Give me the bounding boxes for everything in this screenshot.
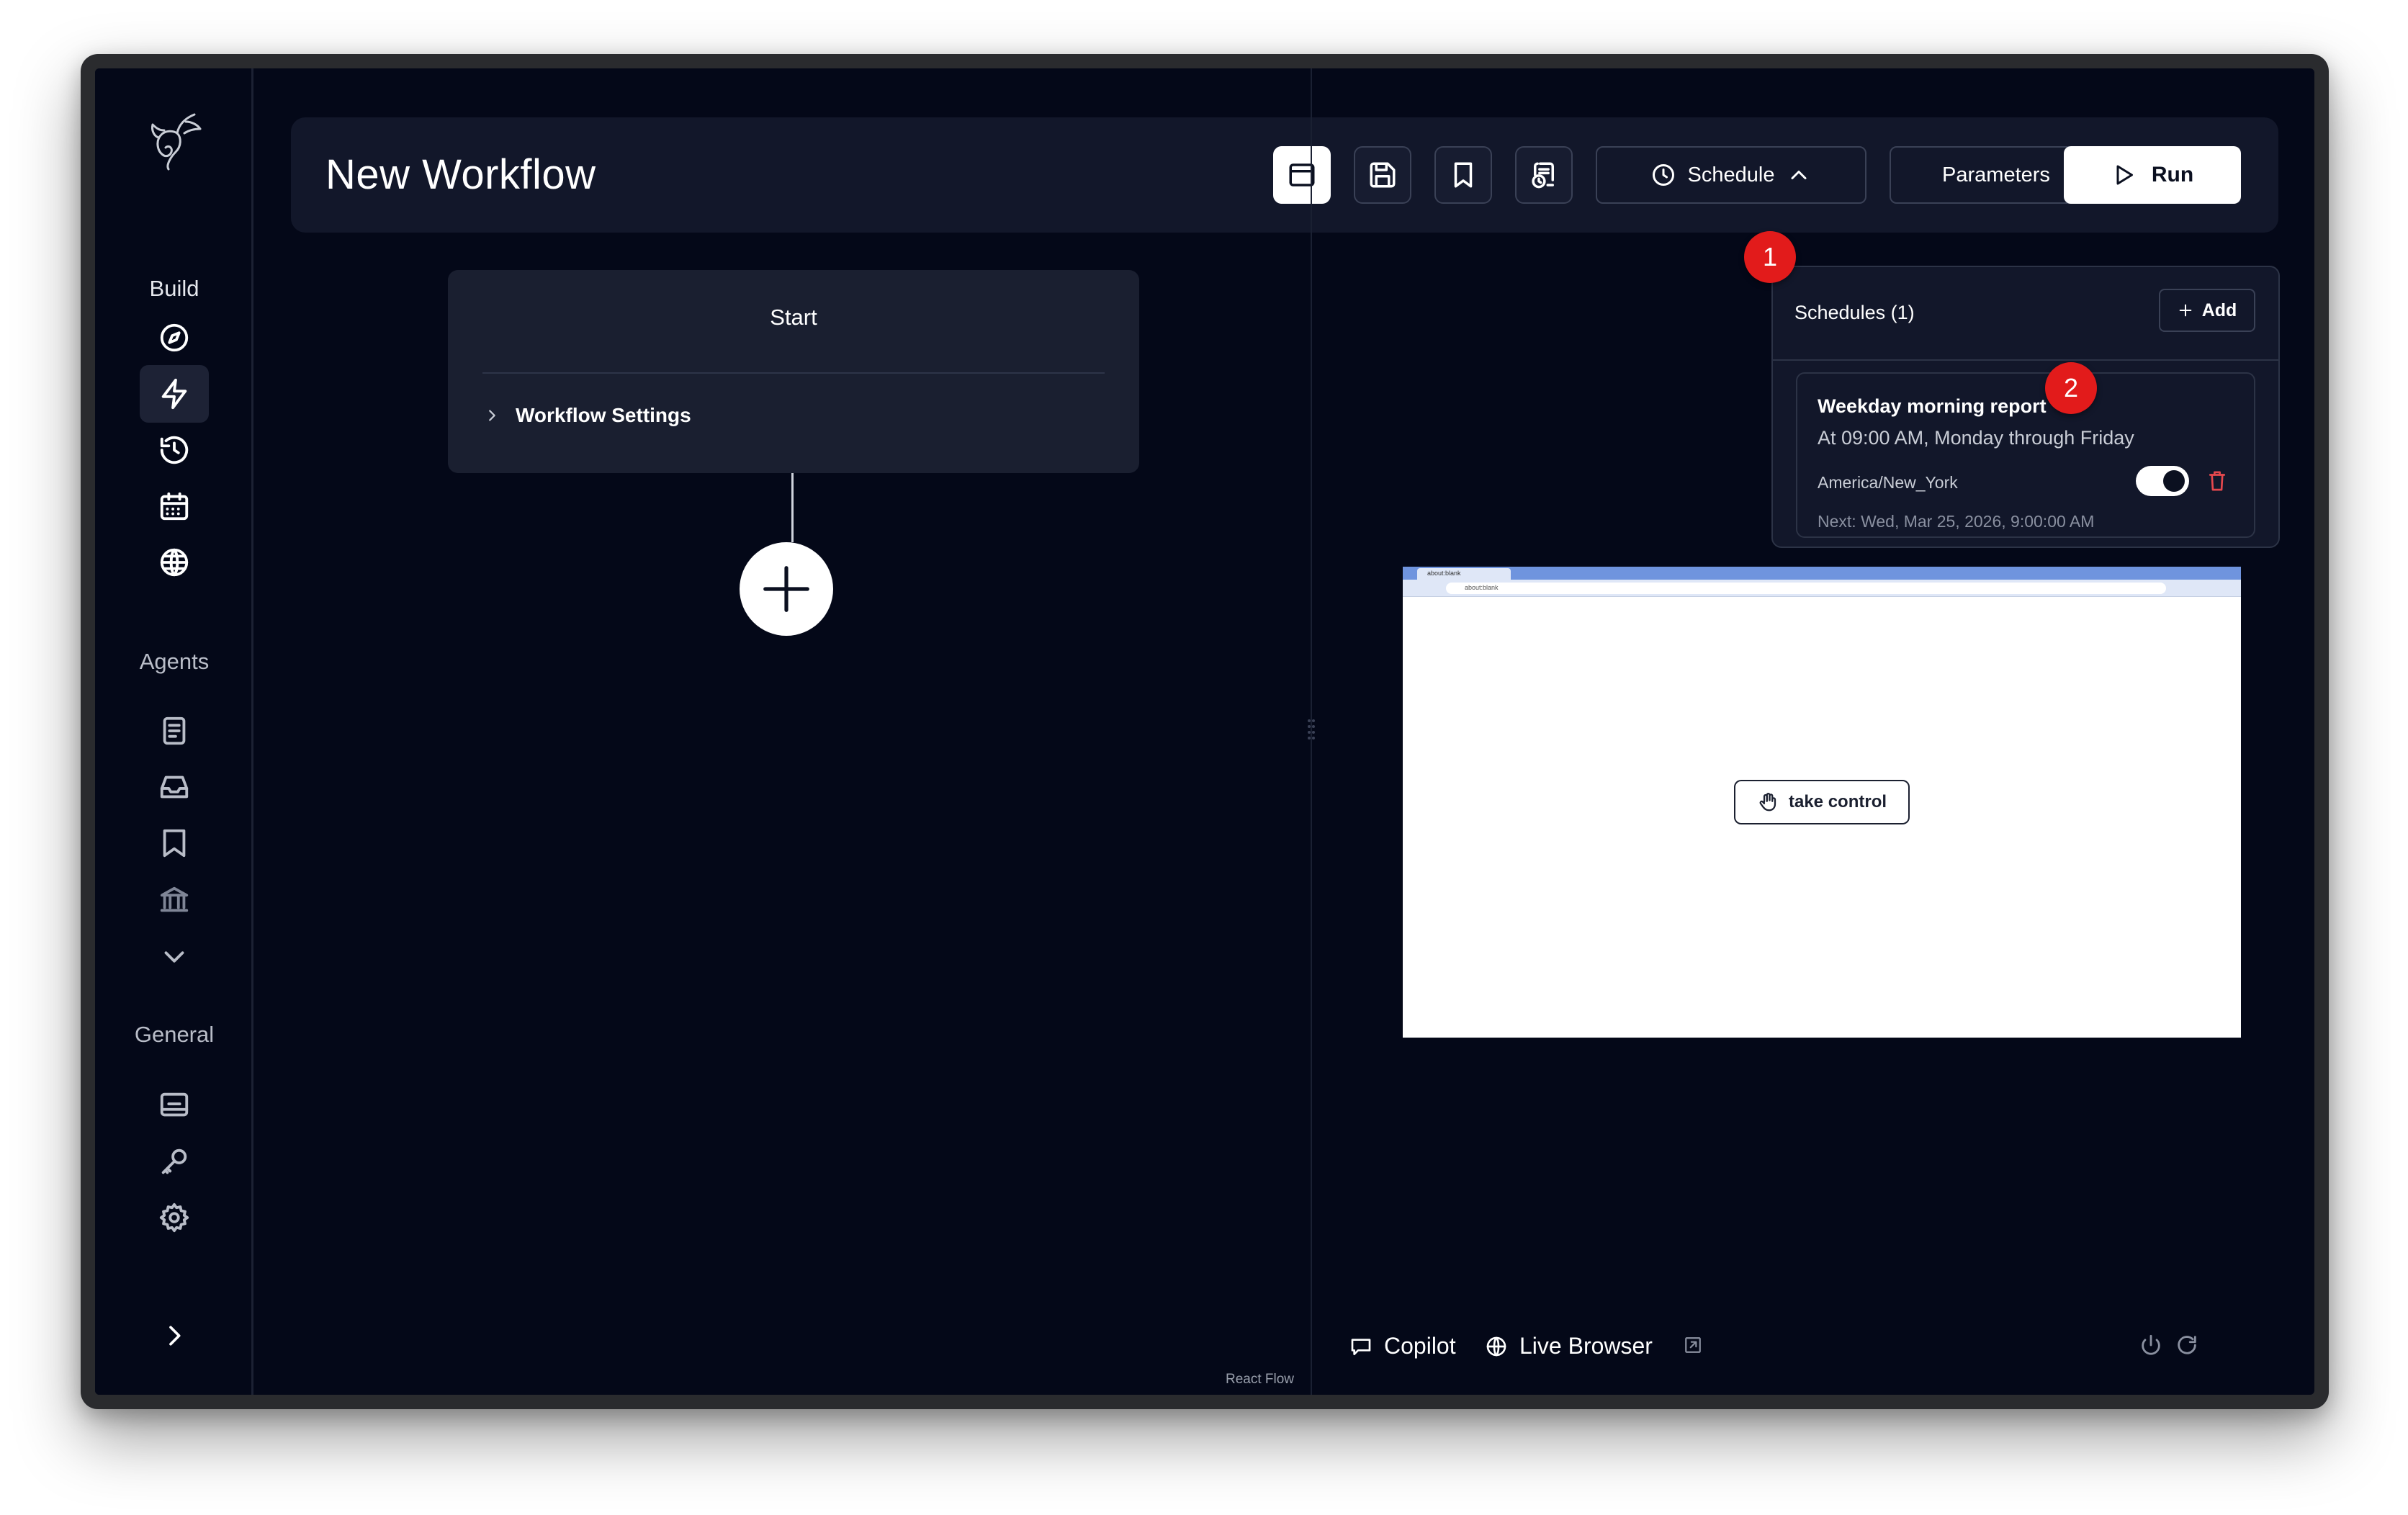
schedules-panel: Schedules (1) Add Weekday morning report… <box>1771 266 2280 548</box>
app-logo-icon[interactable] <box>144 109 205 174</box>
bank-icon <box>160 886 189 912</box>
schedule-button-label: Schedule <box>1687 163 1775 186</box>
schedule-timezone: America/New_York <box>1818 473 1958 492</box>
history-log-button[interactable] <box>1515 146 1573 204</box>
globe-icon <box>160 548 189 577</box>
add-schedule-label: Add <box>2201 300 2237 320</box>
browser-tab-bar: about:blank <box>1403 567 2241 580</box>
copilot-label: Copilot <box>1384 1333 1456 1359</box>
hand-icon <box>1759 793 1776 812</box>
build-section-label: Build <box>149 276 199 301</box>
nav-institutions[interactable] <box>140 871 209 928</box>
save-template-button[interactable] <box>1434 146 1492 204</box>
callout-badge-1: 1 <box>1744 231 1796 283</box>
start-node[interactable]: Start Workflow Settings <box>448 270 1139 473</box>
chevron-right-icon <box>169 1326 181 1346</box>
sidebar-expand-button[interactable] <box>154 1316 194 1356</box>
chevron-down-icon <box>164 951 184 963</box>
nav-workflows[interactable] <box>140 365 209 423</box>
live-browser-label: Live Browser <box>1519 1333 1653 1359</box>
plus-icon <box>763 566 809 612</box>
start-node-title: Start <box>770 305 817 330</box>
save-icon <box>1370 162 1396 188</box>
chevron-up-icon <box>1791 171 1807 179</box>
schedules-heading: Schedules (1) <box>1794 302 1915 323</box>
take-control-label: take control <box>1788 792 1887 812</box>
calendar-icon <box>160 492 189 521</box>
browser-address-bar: about:blank <box>1403 580 2241 597</box>
react-flow-attribution[interactable]: React Flow <box>1226 1372 1294 1388</box>
globe-icon <box>1486 1336 1506 1356</box>
schedule-button[interactable]: Schedule <box>1596 146 1866 204</box>
nav-schedules[interactable] <box>140 477 209 535</box>
gear-icon <box>159 1202 189 1233</box>
key-icon <box>161 1148 187 1174</box>
document-history-icon <box>1532 162 1554 189</box>
schedule-item[interactable]: Weekday morning report At 09:00 AM, Mond… <box>1796 372 2255 538</box>
copilot-tab[interactable]: Copilot <box>1349 1333 1456 1359</box>
compass-icon <box>160 323 189 352</box>
parameters-button-label: Parameters <box>1942 163 2050 186</box>
run-button-label: Run <box>2151 163 2194 186</box>
history-icon <box>160 436 189 464</box>
nav-settings[interactable] <box>140 1189 209 1246</box>
trash-icon[interactable] <box>2206 469 2228 493</box>
nav-workspace[interactable] <box>140 1076 209 1134</box>
workflow-settings-label: Workflow Settings <box>516 404 691 426</box>
schedule-next-run: Next: Wed, Mar 25, 2026, 9:00:00 AM <box>1818 512 2095 531</box>
schedule-enabled-toggle[interactable] <box>2136 466 2189 496</box>
file-text-icon <box>163 716 186 745</box>
general-section-label: General <box>134 1022 215 1047</box>
live-browser-preview[interactable]: about:blank about:blank take control <box>1403 567 2241 1038</box>
browser-url-text: about:blank <box>1465 584 1499 591</box>
add-schedule-button[interactable]: Add <box>2159 289 2255 332</box>
nav-credentials[interactable] <box>140 1133 209 1190</box>
browser-tab-title: about:blank <box>1427 570 1461 577</box>
workflow-header: New Workflow Schedule Parameters Run <box>291 117 2278 233</box>
toggle-browser-panel-button[interactable] <box>1273 146 1331 204</box>
refresh-icon[interactable] <box>2175 1333 2199 1357</box>
browser-window-icon <box>1289 163 1315 186</box>
zap-icon <box>161 378 187 410</box>
run-button[interactable]: Run <box>2064 146 2241 204</box>
schedules-divider <box>1773 359 2278 361</box>
clock-icon <box>1652 164 1674 186</box>
toggle-knob <box>2163 470 2185 492</box>
resize-grip-icon[interactable] <box>1306 716 1316 742</box>
agents-section-label: Agents <box>139 649 210 674</box>
workflow-settings-toggle[interactable]: Workflow Settings <box>484 404 691 427</box>
node-connector <box>791 473 794 542</box>
browser-url-field[interactable]: about:blank <box>1446 583 2166 594</box>
power-icon[interactable] <box>2139 1333 2163 1357</box>
sidebar: Build Agents General <box>95 68 253 1395</box>
workflow-title[interactable]: New Workflow <box>325 148 596 202</box>
browser-tab[interactable]: about:blank <box>1417 568 1511 580</box>
save-button[interactable] <box>1354 146 1411 204</box>
device-frame: Build Agents General New Workflow Schedu… <box>81 54 2329 1409</box>
bookmark-icon <box>163 829 186 858</box>
start-node-divider <box>482 372 1105 374</box>
nav-more-toggle[interactable] <box>140 928 209 986</box>
monitor-icon <box>160 1092 189 1117</box>
app-screen: Build Agents General New Workflow Schedu… <box>95 68 2314 1395</box>
take-control-button[interactable]: take control <box>1734 780 1910 824</box>
bookmark-icon <box>1454 162 1473 188</box>
inbox-icon <box>160 776 189 799</box>
chat-icon <box>1351 1338 1371 1355</box>
schedule-name: Weekday morning report <box>1818 395 2047 417</box>
play-icon <box>2116 165 2133 185</box>
nav-documents[interactable] <box>140 702 209 760</box>
callout-badge-2: 2 <box>2045 362 2097 414</box>
nav-browsers[interactable] <box>140 534 209 591</box>
chevron-right-icon <box>489 410 495 421</box>
external-link-icon[interactable] <box>1684 1336 1702 1354</box>
live-browser-tab[interactable]: Live Browser <box>1485 1333 1653 1359</box>
add-block-button[interactable] <box>740 542 833 636</box>
nav-history[interactable] <box>140 421 209 479</box>
nav-discover[interactable] <box>140 309 209 367</box>
nav-bookmarks[interactable] <box>140 814 209 872</box>
schedule-description: At 09:00 AM, Monday through Friday <box>1818 427 2134 449</box>
nav-inbox[interactable] <box>140 758 209 816</box>
plus-icon <box>2179 304 2192 317</box>
